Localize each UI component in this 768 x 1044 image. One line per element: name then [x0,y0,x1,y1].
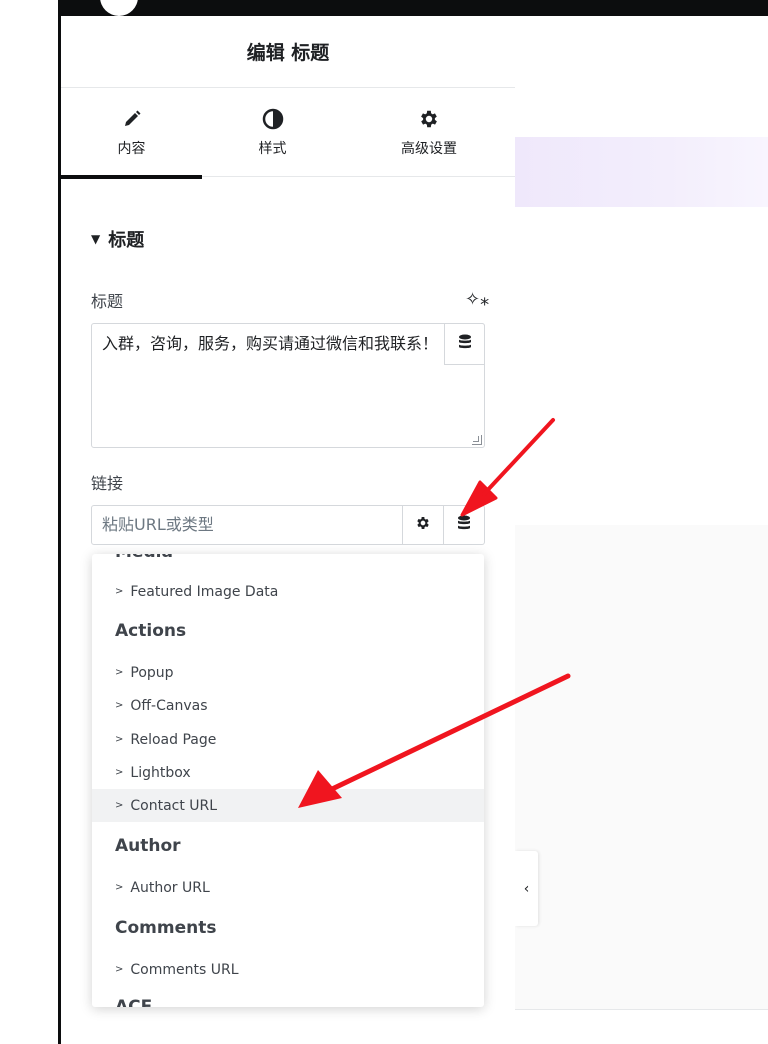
resize-handle-icon[interactable] [472,435,482,445]
dropdown-item-author-url[interactable]: > Author URL [92,871,484,904]
dropdown-group-author: Author [115,836,181,856]
top-bar [58,0,768,16]
dropdown-item-reload-page[interactable]: > Reload Page [92,723,484,756]
canvas-background [0,0,62,1044]
pencil-icon [121,108,143,130]
database-icon [458,334,472,354]
section-title: 标题 [108,230,145,251]
chevron-right-icon: > [115,734,124,745]
caret-down-icon: ▼ [91,232,101,246]
dropdown-group-actions: Actions [115,621,187,641]
dropdown-group-media: Media [115,554,173,562]
chevron-right-icon: > [115,800,124,811]
item-label: Off-Canvas [130,697,208,714]
chevron-right-icon: > [115,767,124,778]
title-textarea[interactable]: 入群，咨询，服务，购买请通过微信和我联系！ [91,323,485,448]
chevron-left-icon: ‹ [523,880,530,897]
preview-divider [515,1009,768,1010]
logo-icon[interactable] [100,0,138,16]
item-label: Author URL [130,879,210,896]
gear-icon [415,515,431,535]
link-label: 链接 [91,474,124,493]
item-label: Lightbox [130,764,191,781]
item-label: Contact URL [130,797,218,814]
tab-label: 内容 [117,141,146,157]
dropdown-group-acf: ACF [115,997,153,1007]
title-value: 入群，咨询，服务，购买请通过微信和我联系！ [102,334,439,353]
preview-area [515,525,768,1009]
dropdown-item-comments-url[interactable]: > Comments URL [92,953,484,986]
link-options-button[interactable] [403,505,444,545]
ai-sparkle-icon[interactable]: ✧⁎ [465,289,489,310]
dropdown-item-popup[interactable]: > Popup [92,656,484,689]
item-label: Comments URL [130,961,239,978]
title-label: 标题 [91,292,124,311]
tab-label: 样式 [258,141,287,157]
tab-bar: 内容 样式 高级设置 [61,89,515,179]
gear-icon [418,108,440,130]
collapse-panel-button[interactable]: ‹ [515,851,538,926]
dropdown-group-comments: Comments [115,918,217,938]
dropdown-item-featured-image-data[interactable]: > Featured Image Data [92,575,484,608]
dynamic-tags-dropdown: Media > Featured Image Data Actions > Popu… [92,554,484,1007]
database-icon [457,515,471,535]
link-dynamic-tags-button[interactable] [444,505,485,545]
url-input[interactable]: 粘贴URL或类型 [91,505,403,545]
chevron-right-icon: > [115,882,124,893]
dropdown-item-contact-url[interactable]: > Contact URL [92,789,484,822]
chevron-right-icon: > [115,964,124,975]
item-label: Popup [130,664,174,681]
tab-advanced[interactable]: 高级设置 [343,89,515,177]
tab-label: 高级设置 [401,141,457,157]
panel-title: 编辑 标题 [61,16,515,88]
dynamic-tags-button[interactable] [444,323,485,365]
tab-style[interactable]: 样式 [202,89,343,177]
preview-section-band [515,137,768,207]
tab-content[interactable]: 内容 [61,89,202,179]
chevron-right-icon: > [115,586,124,597]
half-circle-icon [262,108,284,130]
item-label: Featured Image Data [130,583,279,600]
dropdown-item-off-canvas[interactable]: > Off-Canvas [92,689,484,722]
chevron-right-icon: > [115,700,124,711]
chevron-right-icon: > [115,667,124,678]
section-toggle[interactable]: ▼ 标题 [91,226,144,252]
dropdown-item-lightbox[interactable]: > Lightbox [92,756,484,789]
item-label: Reload Page [130,731,217,748]
